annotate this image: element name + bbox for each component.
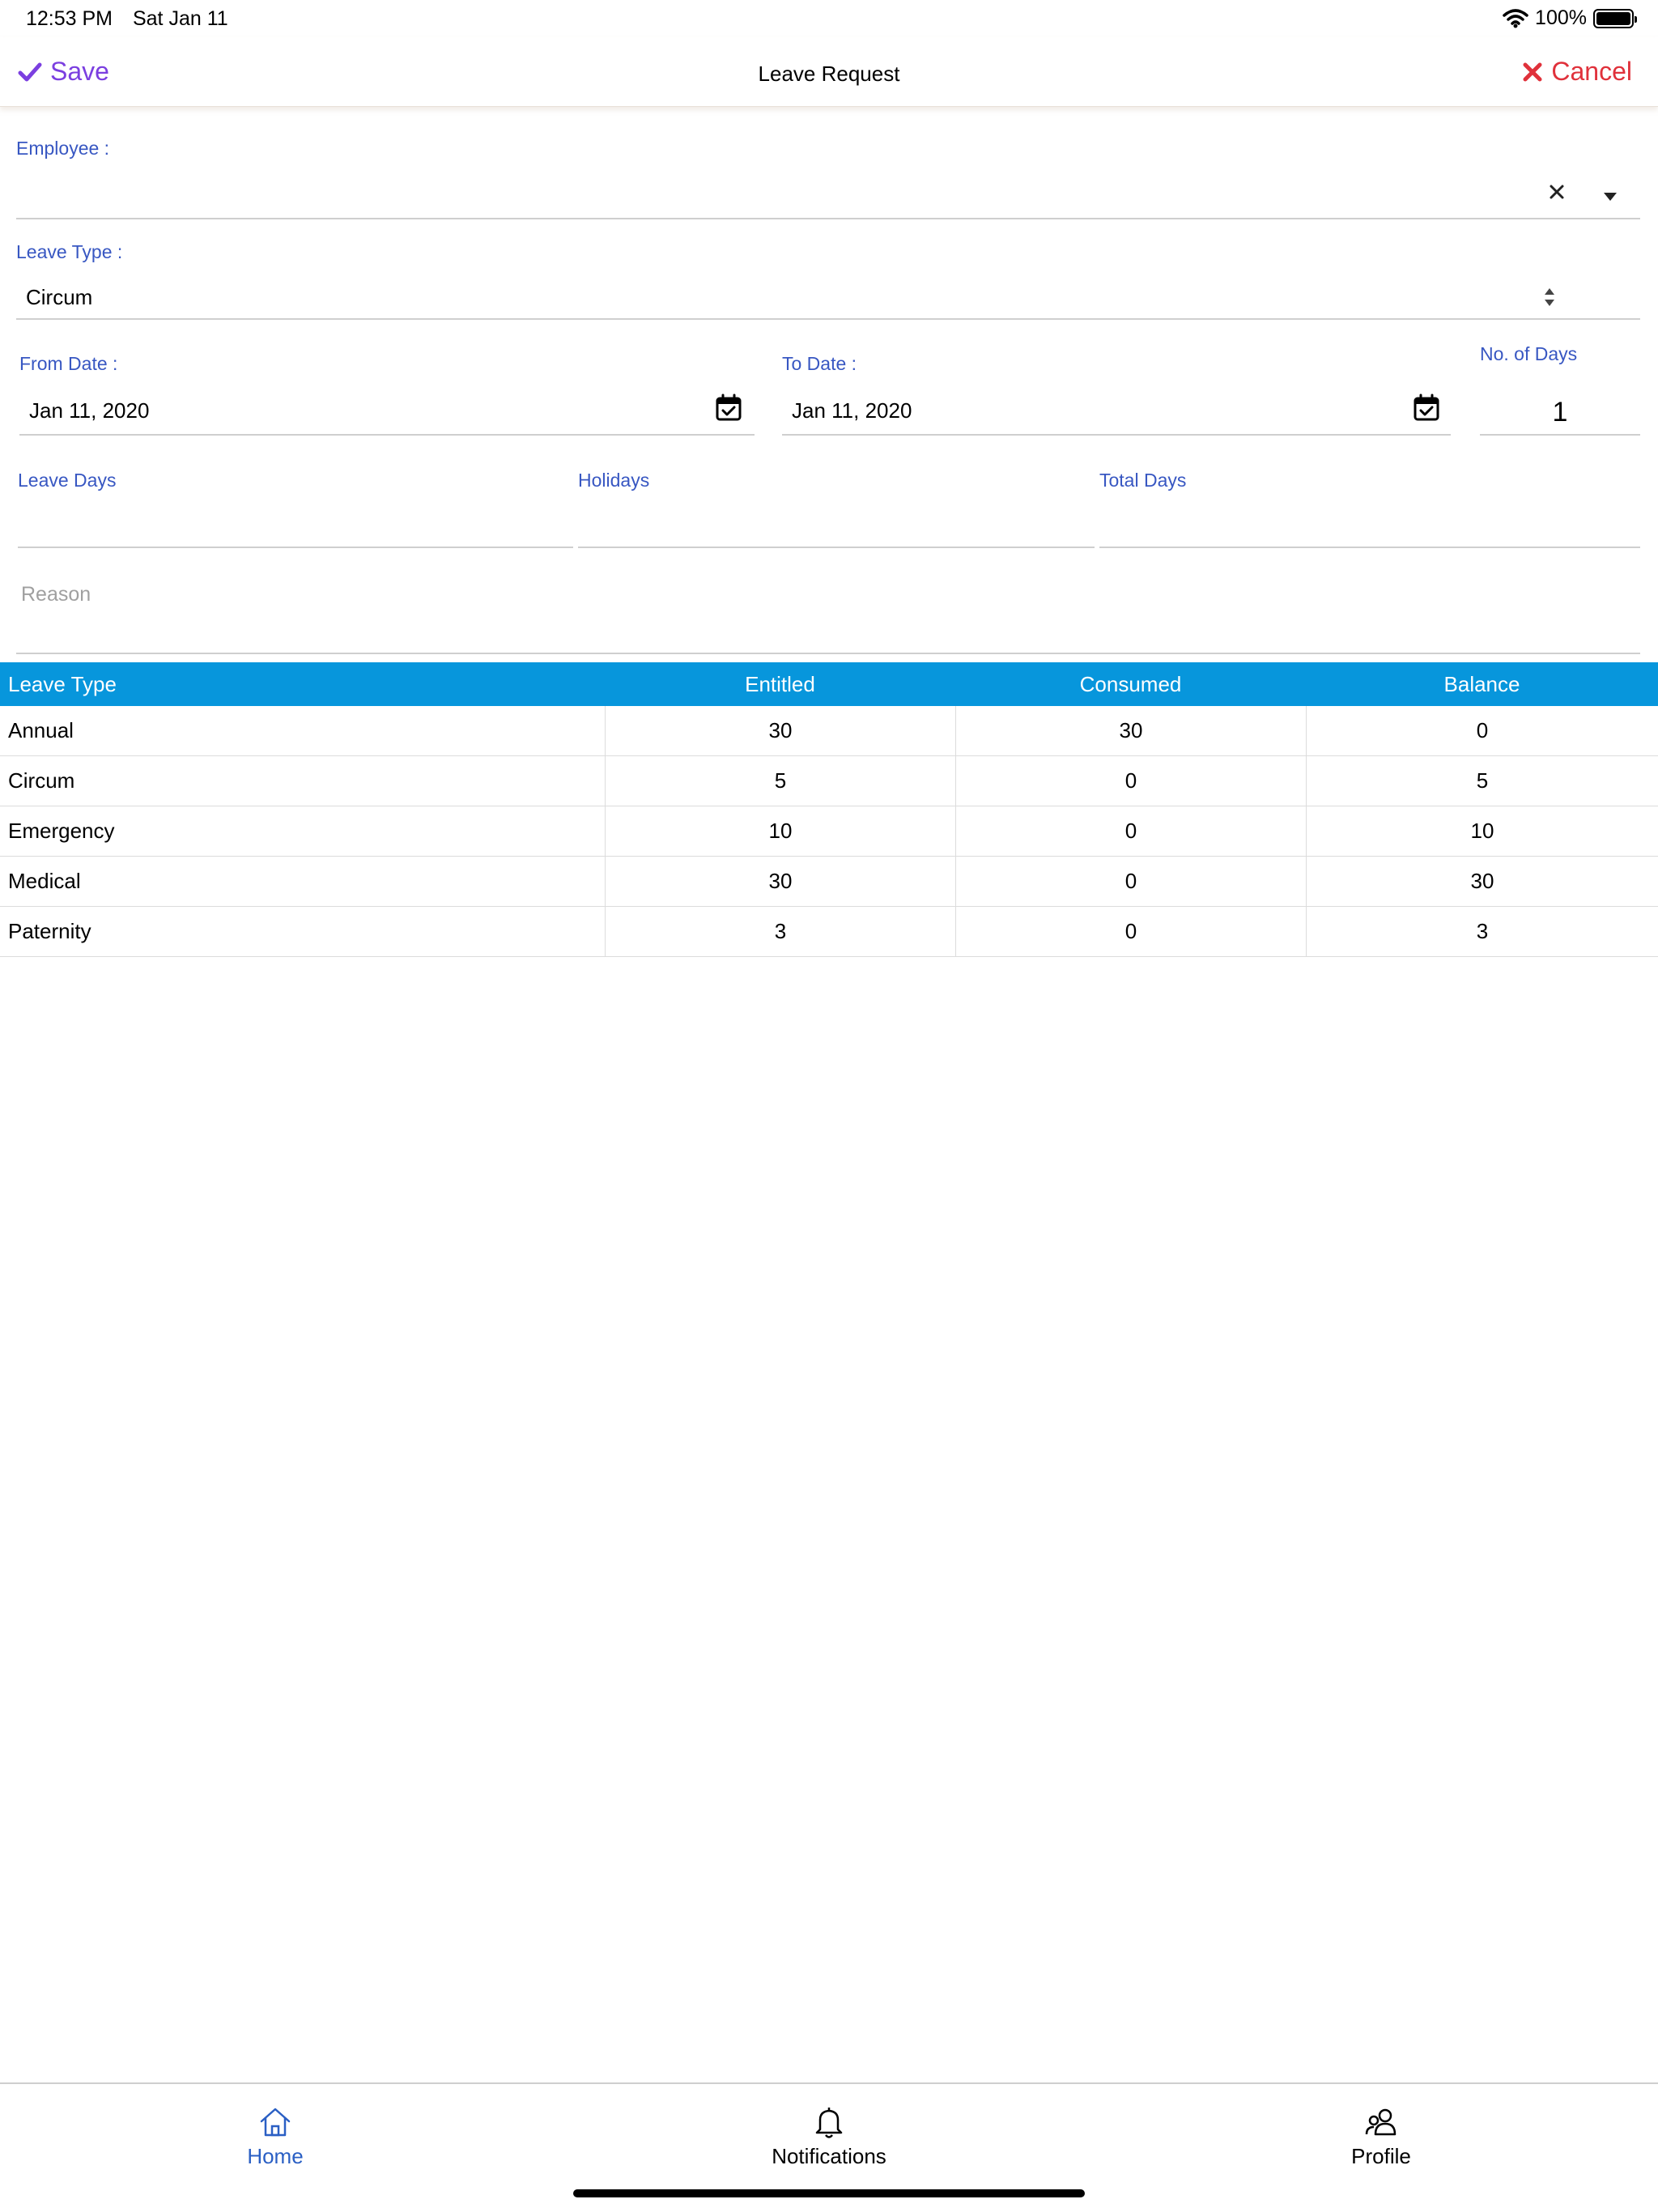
reason-input[interactable]: Reason	[16, 575, 1640, 653]
bell-icon	[815, 2108, 843, 2138]
from-date-underline	[19, 434, 755, 436]
from-date-input[interactable]: Jan 11, 2020	[19, 389, 755, 434]
dropdown-arrow-icon[interactable]	[1603, 192, 1618, 202]
leave-type-underline	[16, 318, 1640, 320]
table-row: Emergency 10 0 10	[0, 806, 1658, 857]
tab-notifications-label: Notifications	[772, 2144, 886, 2168]
leave-type-value: Circum	[26, 285, 93, 309]
employee-label: Employee :	[16, 138, 110, 159]
close-icon	[1523, 62, 1542, 81]
table-row: Medical 30 0 30	[0, 857, 1658, 907]
cell-entitled: 30	[605, 706, 955, 755]
cell-entitled: 5	[605, 756, 955, 806]
no-of-days-label: No. of Days	[1480, 343, 1578, 364]
status-date: Sat Jan 11	[132, 7, 228, 30]
header-entitled: Entitled	[745, 671, 815, 696]
cell-entitled: 3	[605, 907, 955, 956]
cancel-label: Cancel	[1551, 57, 1632, 86]
total-days-label: Total Days	[1099, 470, 1187, 491]
cell-balance: 10	[1306, 806, 1658, 856]
cell-leave-type: Emergency	[8, 819, 115, 843]
tab-home[interactable]: Home	[138, 2084, 413, 2173]
header-consumed: Consumed	[1079, 671, 1182, 696]
tab-home-label: Home	[247, 2144, 304, 2168]
status-time-date: 12:53 PM Sat Jan 11	[26, 7, 243, 31]
to-date-input[interactable]: Jan 11, 2020	[782, 389, 1451, 434]
tab-notifications[interactable]: Notifications	[691, 2084, 967, 2173]
no-of-days-value: 1	[1552, 397, 1568, 428]
header-leave-type: Leave Type	[8, 671, 117, 696]
leave-type-label: Leave Type :	[16, 241, 123, 262]
employee-select[interactable]	[16, 166, 1640, 216]
select-arrows-icon	[1545, 288, 1554, 306]
reason-underline	[16, 653, 1640, 654]
cell-balance: 0	[1306, 706, 1658, 755]
home-indicator	[573, 2189, 1085, 2197]
total-days-input[interactable]	[1099, 498, 1640, 547]
cell-balance: 3	[1306, 907, 1658, 956]
users-icon	[1365, 2108, 1397, 2136]
leave-days-underline	[18, 547, 573, 548]
nav-bar: Save Leave Request Cancel	[0, 37, 1658, 107]
cell-leave-type: Annual	[8, 718, 74, 742]
no-of-days-input[interactable]: 1	[1480, 389, 1640, 434]
status-bar: 12:53 PM Sat Jan 11 100%	[0, 0, 1658, 37]
no-of-days-underline	[1480, 434, 1640, 436]
status-time: 12:53 PM	[26, 7, 113, 30]
cell-consumed: 0	[955, 756, 1306, 806]
home-icon	[260, 2108, 291, 2137]
status-indicators: 100%	[1503, 6, 1637, 30]
cell-consumed: 30	[955, 706, 1306, 755]
cell-entitled: 30	[605, 857, 955, 906]
leave-balance-table: Leave Type Entitled Consumed Balance Ann…	[0, 662, 1658, 957]
from-date-value: Jan 11, 2020	[29, 398, 150, 423]
cell-balance: 5	[1306, 756, 1658, 806]
reason-placeholder: Reason	[21, 583, 91, 606]
calendar-icon[interactable]	[716, 393, 742, 421]
cell-consumed: 0	[955, 806, 1306, 856]
cell-entitled: 10	[605, 806, 955, 856]
table-row: Circum 5 0 5	[0, 756, 1658, 806]
clear-icon[interactable]	[1549, 184, 1565, 200]
battery-percent: 100%	[1535, 6, 1587, 29]
employee-underline	[16, 218, 1640, 219]
total-days-underline	[1099, 547, 1640, 548]
tab-profile[interactable]: Profile	[1244, 2084, 1519, 2173]
cancel-button[interactable]: Cancel	[1522, 57, 1632, 87]
wifi-icon	[1503, 8, 1528, 28]
from-date-label: From Date :	[19, 353, 118, 374]
cell-leave-type: Paternity	[8, 919, 91, 943]
cell-leave-type: Circum	[8, 768, 75, 793]
cell-consumed: 0	[955, 907, 1306, 956]
cell-leave-type: Medical	[8, 869, 81, 893]
holidays-underline	[578, 547, 1095, 548]
table-row: Paternity 3 0 3	[0, 907, 1658, 957]
to-date-value: Jan 11, 2020	[792, 398, 912, 423]
tab-profile-label: Profile	[1351, 2144, 1411, 2168]
table-row: Annual 30 30 0	[0, 706, 1658, 756]
holidays-input[interactable]	[578, 498, 1095, 547]
table-header: Leave Type Entitled Consumed Balance	[0, 662, 1658, 706]
cell-balance: 30	[1306, 857, 1658, 906]
leave-days-input[interactable]	[18, 498, 573, 547]
to-date-underline	[782, 434, 1451, 436]
page-title: Leave Request	[758, 62, 900, 86]
calendar-icon[interactable]	[1414, 393, 1439, 421]
leave-days-label: Leave Days	[18, 470, 117, 491]
holidays-label: Holidays	[578, 470, 650, 491]
battery-icon	[1593, 8, 1637, 28]
header-balance: Balance	[1443, 671, 1520, 696]
to-date-label: To Date :	[782, 353, 857, 374]
leave-type-select[interactable]: Circum	[16, 275, 1640, 319]
cell-consumed: 0	[955, 857, 1306, 906]
